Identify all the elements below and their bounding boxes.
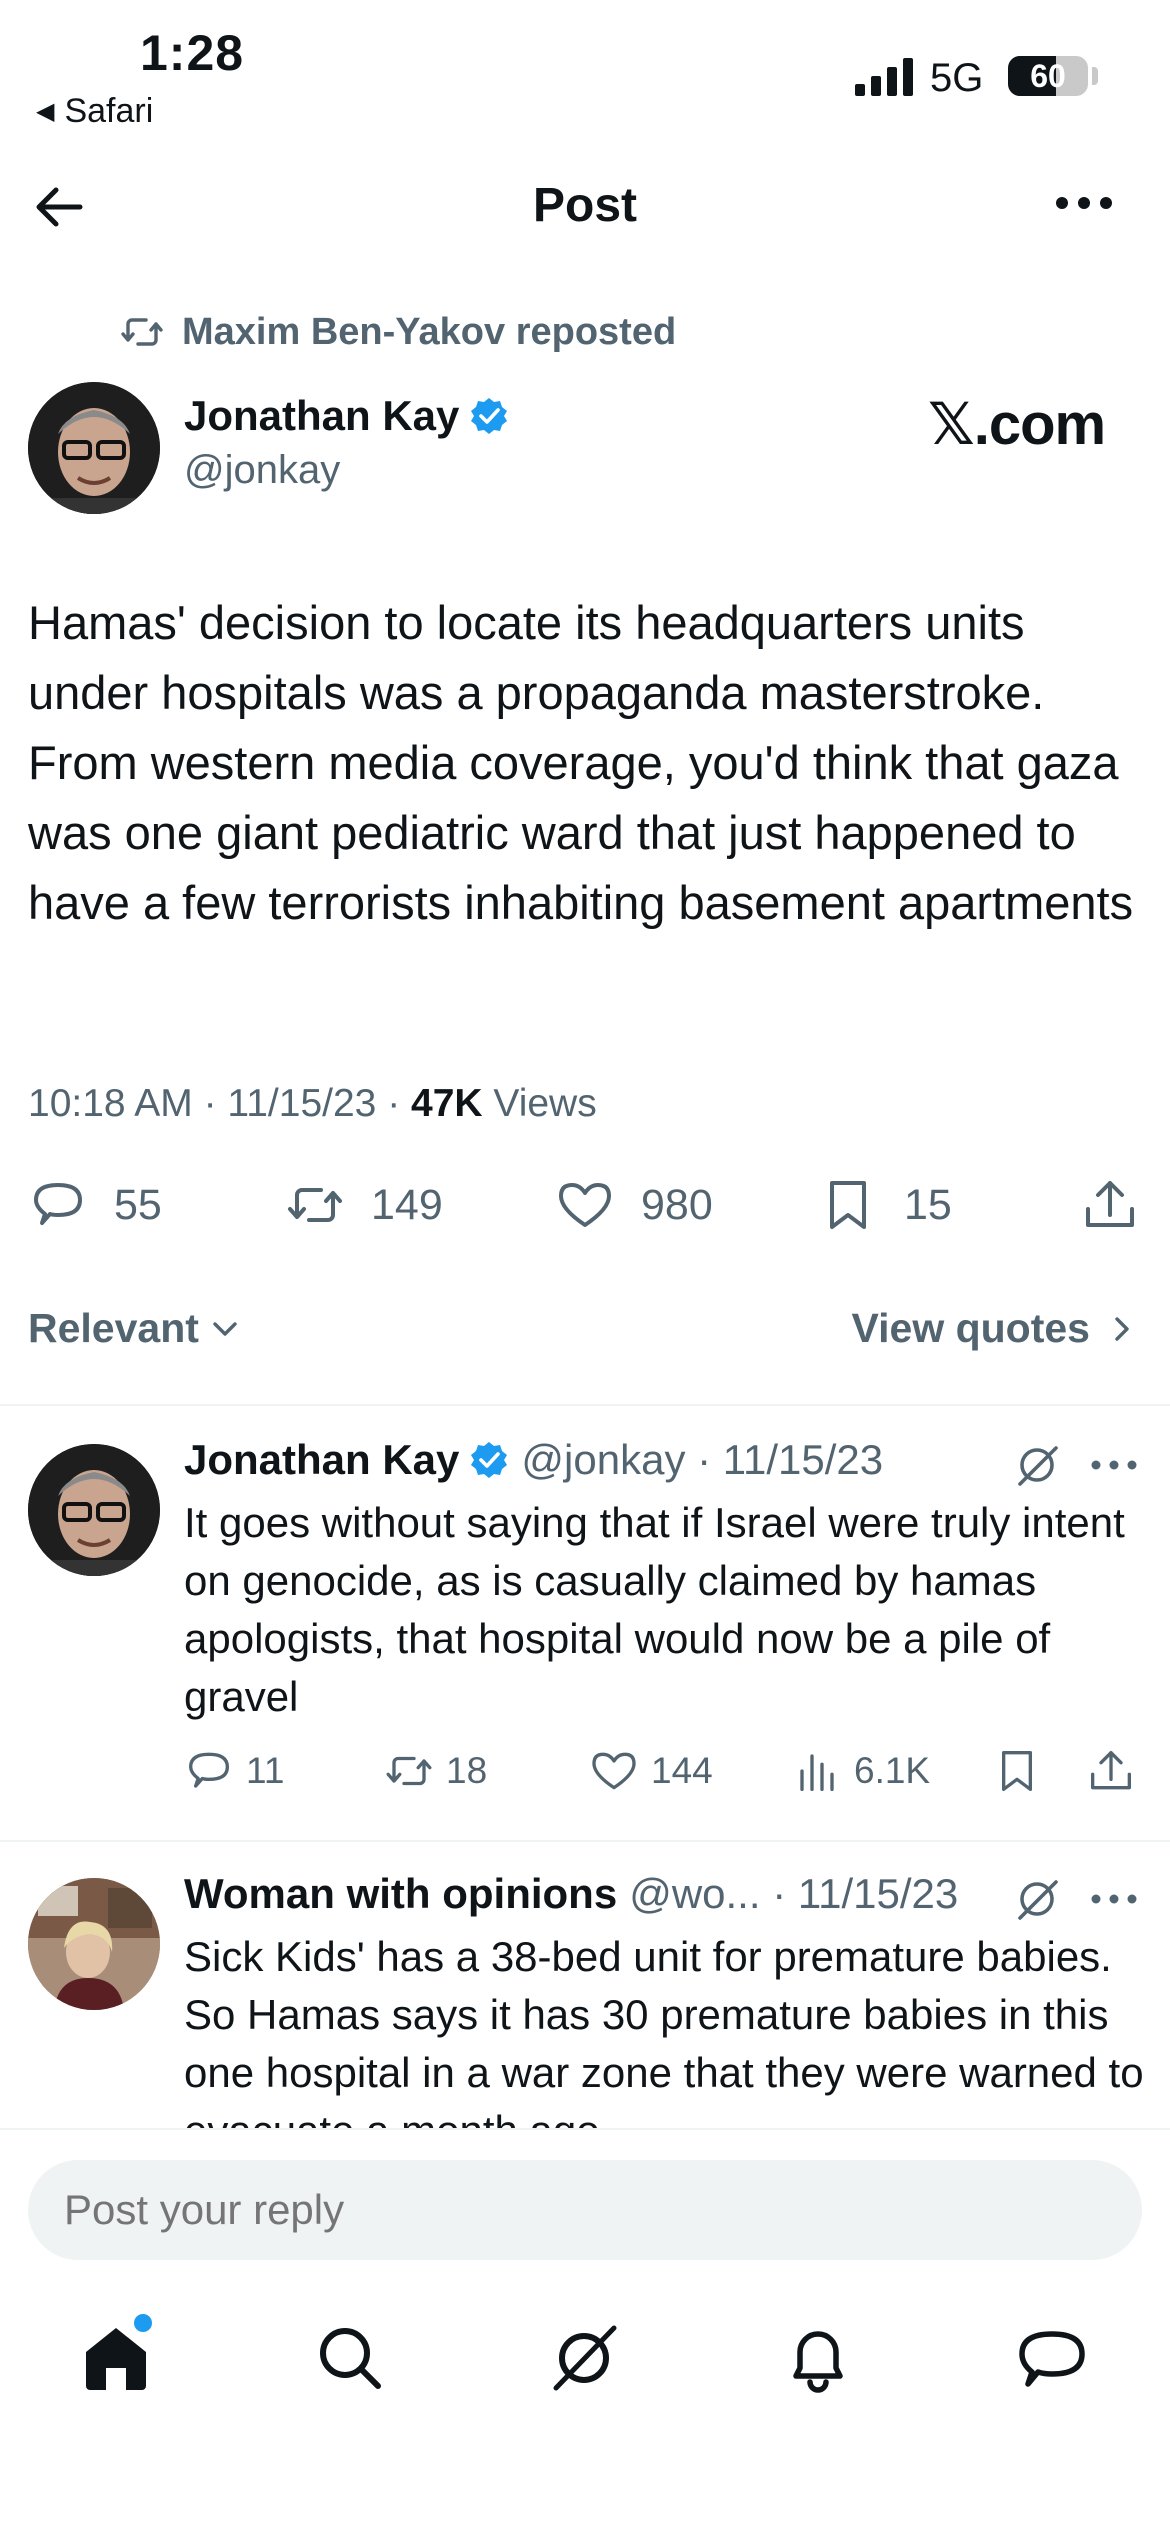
like-count: 980	[641, 1180, 713, 1229]
section-divider	[0, 1404, 1170, 1406]
battery-percent: 60	[1030, 58, 1066, 94]
battery-icon: 60	[1008, 56, 1088, 96]
views-label: Views	[482, 1082, 597, 1125]
share-icon	[1091, 1751, 1131, 1790]
reply-action-bar: 11 18 144 6.1K	[0, 1746, 1170, 1806]
grok-tab-icon[interactable]	[546, 2320, 622, 2396]
bookmark-icon	[1002, 1751, 1032, 1791]
messages-icon[interactable]	[1014, 2320, 1090, 2396]
view-quotes-label: View quotes	[851, 1305, 1090, 1351]
repost-button[interactable]: 149	[285, 1175, 443, 1235]
reply-icon	[189, 1752, 229, 1788]
repost-count: 149	[371, 1180, 443, 1229]
verified-badge-icon	[471, 1442, 508, 1478]
page-title: Post	[532, 179, 637, 232]
author-avatar[interactable]	[28, 382, 160, 514]
reply-bookmark-button[interactable]	[992, 1746, 1054, 1796]
reply-views-button[interactable]: 6.1K	[792, 1746, 930, 1796]
grok-icon[interactable]	[1012, 1440, 1062, 1490]
home-notification-dot	[134, 2314, 152, 2332]
reply-divider	[0, 1840, 1170, 1842]
battery-nub	[1092, 67, 1098, 85]
network-type: 5G	[930, 56, 984, 100]
bookmark-button[interactable]: 15	[818, 1175, 952, 1235]
post-text: Hamas' decision to locate its headquarte…	[28, 596, 1134, 929]
views-count[interactable]: 47K	[411, 1082, 483, 1125]
reply-more-icon[interactable]	[1090, 1458, 1138, 1472]
author-name: Jonathan Kay	[184, 392, 460, 439]
reply-reply-button[interactable]: 11	[184, 1746, 284, 1796]
author-name-row: Jonathan Kay	[184, 392, 509, 440]
reply-like-count: 144	[651, 1750, 713, 1791]
reply-header: Woman with opinions @wo... · 11/15/23	[184, 1870, 958, 1918]
share-button[interactable]	[1080, 1175, 1166, 1235]
reply-more-icon[interactable]	[1090, 1892, 1138, 1906]
sort-label: Relevant	[28, 1305, 199, 1351]
avatar-image	[28, 382, 160, 514]
chevron-right-icon	[1115, 1316, 1129, 1341]
search-icon[interactable]	[312, 2320, 388, 2396]
reply-author-name: Woman with opinions	[184, 1870, 618, 1917]
tab-bar	[0, 2300, 1170, 2420]
reply-input[interactable]	[28, 2160, 1142, 2260]
reply-views-count: 6.1K	[854, 1750, 931, 1791]
bookmark-icon	[830, 1181, 866, 1229]
reply-repost-button[interactable]: 18	[384, 1746, 487, 1796]
post-metadata: 10:18 AM · 11/15/23 · 47K Views	[28, 1082, 597, 1126]
reply-author-name: Jonathan Kay	[184, 1436, 460, 1483]
reply-like-button[interactable]: 144	[589, 1746, 713, 1796]
repost-indicator[interactable]: Maxim Ben-Yakov reposted	[120, 310, 676, 354]
author-block[interactable]: Jonathan Kay @jonkay	[184, 392, 509, 493]
reply-item[interactable]: Jonathan Kay @jonkay · 11/15/23 It goes …	[0, 1436, 1170, 1720]
back-triangle-icon: ◀	[36, 98, 55, 125]
author-handle: @jonkay	[184, 448, 341, 492]
reply-repost-count: 18	[446, 1750, 488, 1791]
reply-meta: @jonkay · 11/15/23	[521, 1436, 884, 1483]
verified-badge-icon	[471, 398, 508, 434]
repost-icon	[288, 1188, 342, 1222]
heart-icon	[592, 1752, 636, 1790]
reply-meta: @wo... · 11/15/23	[629, 1870, 959, 1917]
reply-header: Jonathan Kay @jonkay · 11/15/23	[184, 1436, 883, 1484]
xcom-watermark: 𝕏.com	[928, 392, 1106, 457]
heart-icon	[559, 1183, 611, 1227]
reply-filter-row: Relevant View quotes	[0, 1305, 1170, 1365]
bottom-bar	[0, 2128, 1170, 2532]
back-app-label: Safari	[64, 92, 154, 130]
status-time: 1:28	[140, 25, 245, 81]
reply-share-button[interactable]	[1086, 1746, 1148, 1796]
chevron-down-icon	[213, 1321, 237, 1336]
reply-text: Sick Kids' has a 38-bed unit for prematu…	[184, 1933, 1144, 2154]
like-button[interactable]: 980	[555, 1175, 713, 1235]
grok-icon[interactable]	[1012, 1874, 1062, 1924]
repost-label: Maxim Ben-Yakov reposted	[182, 310, 677, 353]
reply-reply-count: 11	[246, 1750, 285, 1791]
view-quotes-link[interactable]: View quotes	[852, 1305, 1140, 1352]
reply-button[interactable]: 55	[28, 1175, 162, 1235]
reply-icon	[34, 1183, 82, 1225]
repost-icon	[386, 1756, 432, 1786]
share-icon	[1086, 1181, 1134, 1227]
reply-count: 55	[114, 1180, 162, 1229]
sort-dropdown[interactable]: Relevant	[28, 1305, 243, 1352]
analytics-icon	[800, 1754, 834, 1791]
status-bar: 1:28 ◀ Safari 5G 60	[0, 0, 1170, 140]
post-timestamp: 10:18 AM · 11/15/23 ·	[28, 1082, 412, 1125]
reply-item[interactable]: Woman with opinions @wo... · 11/15/23 Si…	[0, 1870, 1170, 2154]
back-to-safari-link[interactable]: ◀ Safari	[36, 92, 153, 131]
more-options-icon[interactable]	[1054, 188, 1114, 218]
post-header: Post	[0, 160, 1170, 250]
cellular-signal-icon	[855, 58, 913, 96]
repost-icon	[121, 318, 163, 346]
notifications-bell-icon[interactable]	[780, 2320, 856, 2396]
reply-text: It goes without saying that if Israel we…	[184, 1499, 1125, 1720]
bookmark-count: 15	[904, 1180, 952, 1229]
post-action-bar: 55 149 980 15	[0, 1175, 1170, 1245]
